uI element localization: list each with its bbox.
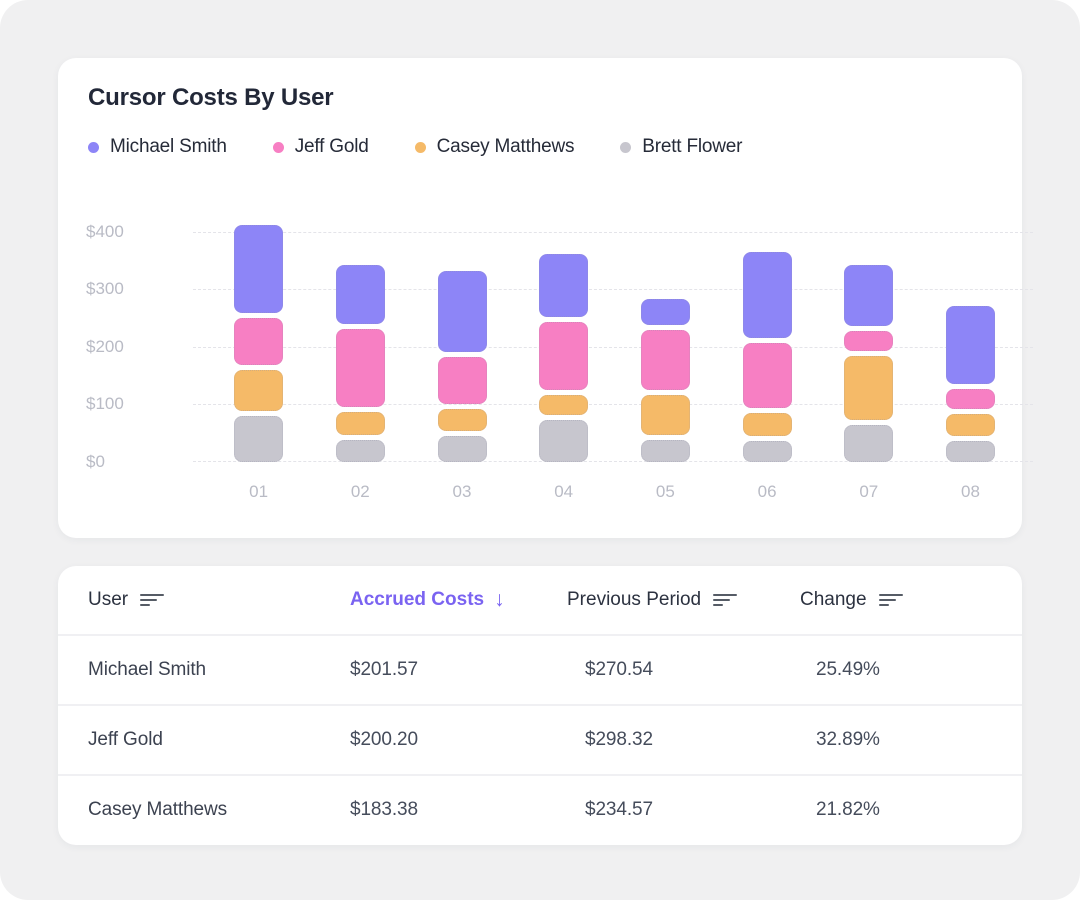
- gridline: [193, 461, 1033, 462]
- bar-segment-michael-smith[interactable]: [539, 254, 589, 318]
- bar-segment-casey-matthews[interactable]: [742, 413, 792, 437]
- sort-lines-icon: [878, 594, 903, 606]
- cell-change: 21.82%: [816, 799, 880, 820]
- bar-segment-jeff-gold[interactable]: [335, 328, 385, 408]
- legend-label: Jeff Gold: [294, 136, 369, 157]
- column-header-label: Accrued Costs: [350, 589, 485, 610]
- gridline: [193, 232, 1033, 233]
- table-row: Michael Smith $201.57 $270.54 25.49%: [58, 634, 1022, 704]
- column-header-label: User: [88, 589, 129, 610]
- table-header-row: User Accrued Costs ↓ Previous Period Cha…: [58, 566, 1022, 634]
- cell-change: 32.89%: [816, 729, 880, 750]
- y-axis-tick: $100: [86, 394, 124, 413]
- cell-previous: $298.32: [585, 729, 653, 750]
- bar-segment-casey-matthews[interactable]: [844, 356, 894, 421]
- gridline: [193, 347, 1033, 348]
- bar-segment-jeff-gold[interactable]: [234, 318, 284, 365]
- gridline: [193, 404, 1033, 405]
- chart-card: Cursor Costs By User Michael Smith Jeff …: [58, 58, 1033, 538]
- legend-label: Brett Flower: [642, 136, 743, 157]
- sort-lines-icon: [713, 594, 738, 606]
- cell-accrued: $183.38: [350, 799, 418, 820]
- gridline: [193, 289, 1033, 290]
- bar-segment-jeff-gold[interactable]: [946, 388, 995, 410]
- legend-label: Michael Smith: [110, 136, 227, 157]
- legend-item-michael-smith[interactable]: Michael Smith: [88, 136, 227, 158]
- x-axis-tick: 03: [452, 482, 472, 501]
- cell-change: 25.49%: [816, 659, 880, 680]
- legend-dot-icon: [620, 141, 632, 153]
- legend-item-brett-flower[interactable]: Brett Flower: [620, 136, 742, 158]
- costs-table-card: User Accrued Costs ↓ Previous Period Cha…: [58, 566, 1022, 845]
- legend-item-jeff-gold[interactable]: Jeff Gold: [272, 136, 369, 158]
- x-axis-tick: 04: [554, 482, 574, 501]
- bar-segment-jeff-gold[interactable]: [742, 342, 792, 409]
- column-header-label: Previous Period: [567, 589, 702, 610]
- dashboard-page: Cursor Costs By User Michael Smith Jeff …: [0, 0, 1080, 900]
- column-header-change[interactable]: Change: [800, 589, 1022, 611]
- bar-segment-brett-flower[interactable]: [742, 441, 792, 462]
- cell-user: Jeff Gold: [88, 729, 163, 750]
- column-header-user[interactable]: User: [88, 589, 350, 611]
- y-axis-tick: $0: [86, 452, 105, 471]
- x-axis-tick: 01: [249, 482, 269, 501]
- bar-segment-brett-flower[interactable]: [946, 441, 995, 462]
- y-axis-tick: $400: [86, 222, 124, 241]
- chart-title: Cursor Costs By User: [88, 84, 334, 111]
- bar-segment-jeff-gold[interactable]: [437, 356, 487, 405]
- legend-label: Casey Matthews: [436, 136, 575, 157]
- sort-lines-icon: [140, 594, 165, 606]
- bar-segment-brett-flower[interactable]: [539, 420, 589, 462]
- bar-segment-jeff-gold[interactable]: [844, 330, 894, 352]
- bar-segment-michael-smith[interactable]: [640, 298, 690, 326]
- bar-segment-casey-matthews[interactable]: [539, 394, 589, 416]
- table-row: Casey Matthews $183.38 $234.57 21.82%: [58, 774, 1022, 844]
- bar-segment-michael-smith[interactable]: [437, 270, 487, 352]
- column-header-accrued-costs[interactable]: Accrued Costs ↓: [350, 588, 567, 612]
- bar-segment-casey-matthews[interactable]: [640, 394, 690, 436]
- cell-accrued: $201.57: [350, 659, 418, 680]
- bar-segment-casey-matthews[interactable]: [946, 414, 995, 437]
- x-axis-tick: 02: [350, 482, 370, 501]
- legend-dot-icon: [414, 141, 426, 153]
- cell-user: Michael Smith: [88, 659, 207, 680]
- bar-segment-jeff-gold[interactable]: [640, 330, 690, 390]
- x-axis-tick: 06: [757, 482, 777, 501]
- bar-segment-michael-smith[interactable]: [335, 265, 385, 324]
- x-axis-tick: 05: [655, 482, 675, 501]
- bar-segment-brett-flower[interactable]: [844, 425, 894, 462]
- bar-segment-brett-flower[interactable]: [335, 439, 385, 462]
- column-header-previous-period[interactable]: Previous Period: [567, 589, 800, 611]
- bar-segment-michael-smith[interactable]: [234, 225, 284, 314]
- bar-segment-brett-flower[interactable]: [437, 435, 487, 462]
- x-axis-tick: 07: [859, 482, 879, 501]
- bar-segment-casey-matthews[interactable]: [437, 409, 487, 431]
- bar-segment-casey-matthews[interactable]: [335, 412, 385, 435]
- legend-dot-icon: [88, 141, 99, 153]
- y-axis-tick: $300: [86, 279, 124, 298]
- bar-segment-brett-flower[interactable]: [234, 416, 284, 462]
- bar-segment-brett-flower[interactable]: [640, 440, 690, 462]
- cell-previous: $234.57: [585, 799, 653, 820]
- chart-plot: 01 02 03 04 05 06 07 08: [193, 225, 1033, 501]
- sort-desc-arrow-icon: ↓: [494, 588, 505, 611]
- bar-segment-casey-matthews[interactable]: [234, 369, 284, 411]
- cell-accrued: $200.20: [350, 729, 418, 750]
- cell-previous: $270.54: [585, 659, 653, 680]
- bar-segment-michael-smith[interactable]: [844, 265, 894, 326]
- x-axis-tick: 08: [961, 482, 980, 501]
- legend-item-casey-matthews[interactable]: Casey Matthews: [414, 136, 575, 158]
- bar-segment-michael-smith[interactable]: [946, 306, 995, 384]
- column-header-label: Change: [800, 589, 867, 610]
- table-row: Jeff Gold $200.20 $298.32 32.89%: [58, 704, 1022, 774]
- cell-user: Casey Matthews: [88, 799, 228, 820]
- chart-legend: Michael Smith Jeff Gold Casey Matthews B…: [88, 136, 742, 158]
- y-axis-tick: $200: [86, 337, 124, 356]
- bar-segment-jeff-gold[interactable]: [539, 322, 589, 390]
- legend-dot-icon: [272, 141, 284, 153]
- bar-segment-michael-smith[interactable]: [742, 252, 792, 338]
